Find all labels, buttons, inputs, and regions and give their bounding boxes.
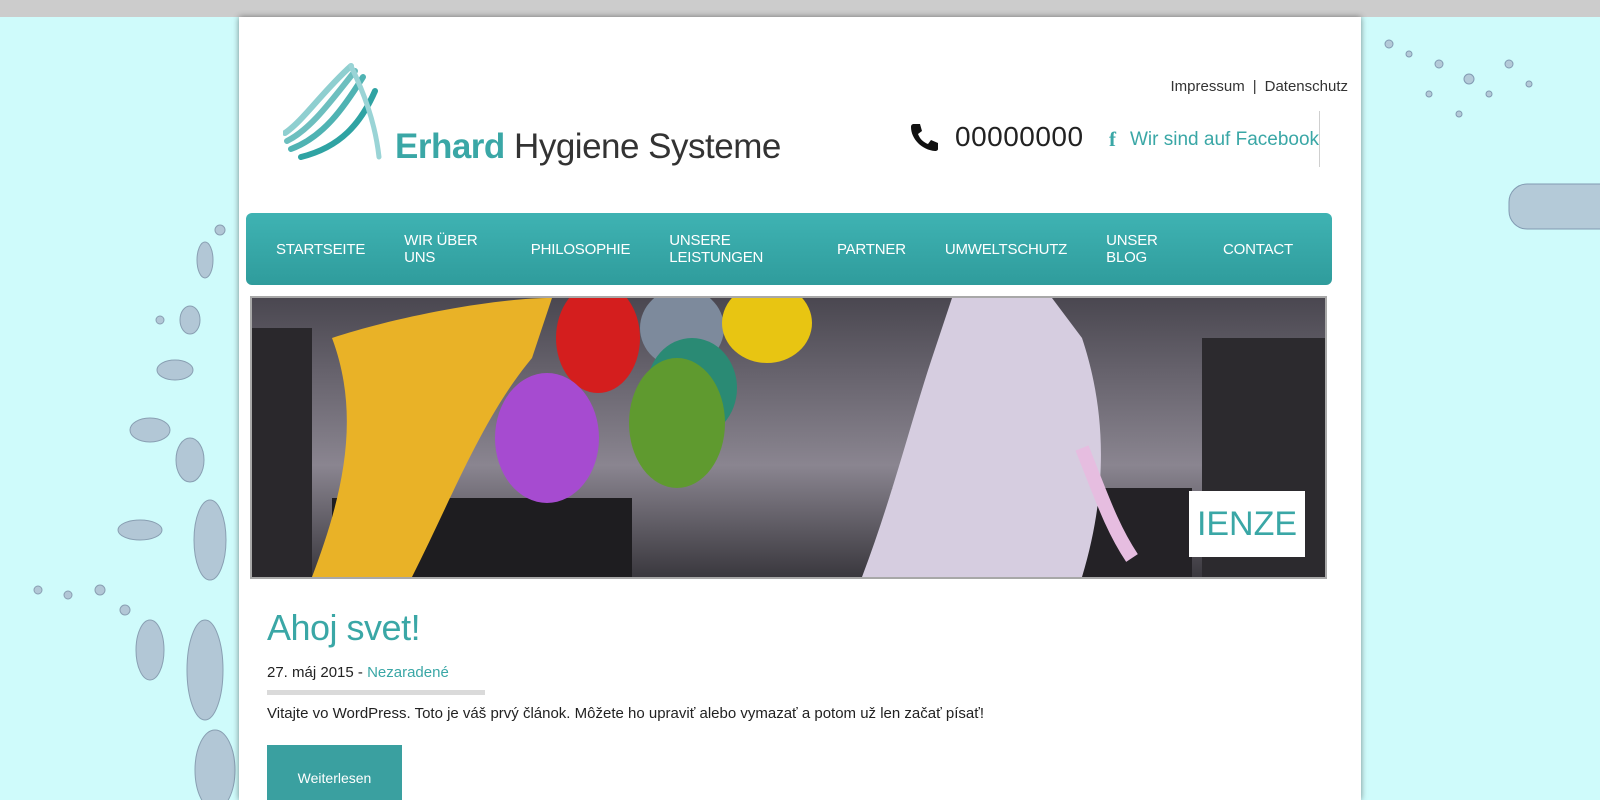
- nav-item-unsere-leistungen[interactable]: UNSERE LEISTUNGEN: [669, 232, 798, 266]
- site-brand[interactable]: Erhard Hygiene Systeme: [395, 127, 781, 167]
- post-excerpt: Vitajte vo WordPress. Toto je váš prvý č…: [267, 705, 985, 722]
- facebook-link[interactable]: f Wir sind auf Facebook: [1109, 127, 1319, 152]
- phone-contact: 00000000: [909, 121, 1084, 153]
- facebook-icon: f: [1109, 127, 1116, 151]
- phone-icon: [911, 124, 938, 151]
- link-separator: |: [1252, 78, 1257, 95]
- brand-rest: Hygiene Systeme: [514, 127, 781, 166]
- nav-item-philosophie[interactable]: PHILOSOPHIE: [531, 241, 631, 258]
- logo-fan-icon[interactable]: [283, 61, 383, 161]
- meta-divider: [267, 690, 485, 695]
- post-title[interactable]: Ahoj svet!: [267, 607, 421, 649]
- nav-item-unser-blog[interactable]: UNSER BLOG: [1106, 232, 1184, 266]
- nav-item-umweltschutz[interactable]: UMWELTSCHUTZ: [945, 241, 1068, 258]
- nav-item-partner[interactable]: PARTNER: [837, 241, 906, 258]
- nav-item-contact[interactable]: CONTACT: [1223, 241, 1293, 258]
- browser-top-strip: [0, 0, 1600, 17]
- main-navigation: STARTSEITE WIR ÜBER UNS PHILOSOPHIE UNSE…: [246, 213, 1332, 285]
- post-date: 27. máj 2015: [267, 664, 354, 681]
- page-container: Erhard Hygiene Systeme Impressum | Datensc…: [239, 17, 1600, 800]
- brand-strong: Erhard: [395, 127, 505, 166]
- impressum-link[interactable]: Impressum: [1171, 78, 1245, 95]
- top-links: Impressum | Datenschutz: [1171, 78, 1348, 95]
- post-meta: 27. máj 2015 - Nezaradené: [267, 664, 449, 681]
- hero-slider[interactable]: IENZE: [250, 296, 1327, 579]
- nav-item-wir-ueber-uns[interactable]: WIR ÜBER UNS: [404, 232, 492, 266]
- water-splash-left: [33, 224, 236, 800]
- phone-number[interactable]: 00000000: [955, 121, 1084, 153]
- nav-item-startseite[interactable]: STARTSEITE: [276, 241, 365, 258]
- hero-caption: IENZE: [1189, 491, 1305, 557]
- facebook-label: Wir sind auf Facebook: [1130, 128, 1320, 150]
- hero-illustration: [252, 298, 1325, 577]
- read-more-button[interactable]: Weiterlesen: [267, 745, 402, 800]
- post-category-link[interactable]: Nezaradené: [367, 664, 449, 681]
- water-splash-right: [1384, 39, 1600, 230]
- header-divider: [1319, 111, 1320, 167]
- datenschutz-link[interactable]: Datenschutz: [1265, 78, 1348, 95]
- meta-separator: -: [353, 664, 368, 681]
